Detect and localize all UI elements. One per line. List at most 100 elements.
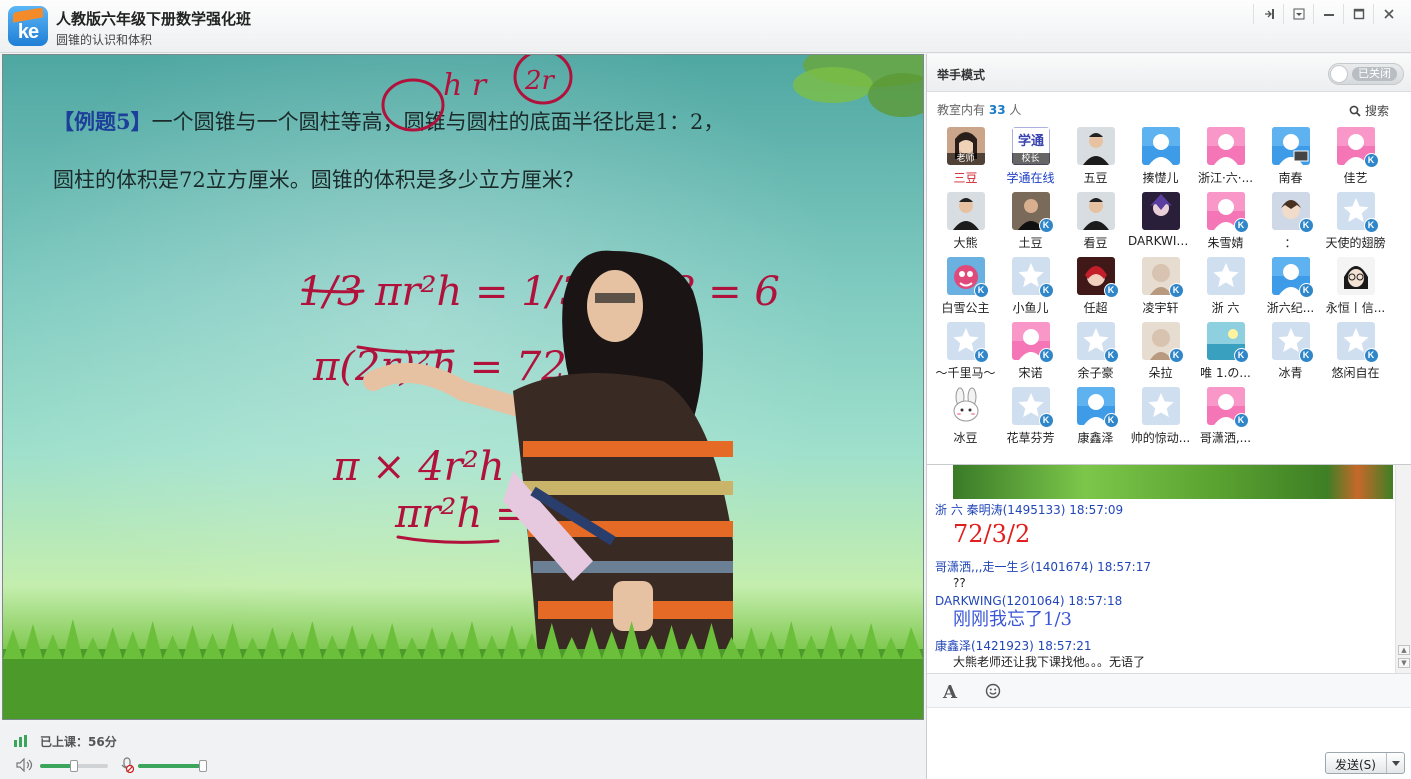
emoji-icon[interactable] <box>985 683 1001 699</box>
chat-text: 大熊老师还让我下课找他。。。无语了 <box>953 655 1146 669</box>
avatar[interactable] <box>1206 127 1245 165</box>
member-item[interactable]: K 土豆 <box>998 192 1063 257</box>
minimize-button[interactable] <box>1313 4 1343 24</box>
avatar[interactable]: K <box>1271 257 1314 298</box>
avatar[interactable]: K <box>1011 192 1054 233</box>
member-item[interactable]: K 唯 1.の... <box>1193 322 1258 387</box>
avatar[interactable] <box>1141 387 1180 425</box>
avatar[interactable]: K <box>946 322 989 363</box>
member-item[interactable]: 浙 六 <box>1193 257 1258 322</box>
member-item[interactable]: 老师 三豆 <box>933 127 998 192</box>
member-item[interactable]: K 任超 <box>1063 257 1128 322</box>
member-item[interactable]: K 小鱼儿 <box>998 257 1063 322</box>
avatar[interactable]: K <box>1011 322 1054 363</box>
video-player[interactable]: 【例题5】一个圆锥与一个圆柱等高，圆锥与圆柱的底面半径比是1：2，圆柱的体积是7… <box>2 54 924 720</box>
font-icon[interactable]: A <box>943 682 957 703</box>
avatar[interactable]: K <box>1011 257 1054 298</box>
avatar[interactable]: 老师 <box>946 127 985 165</box>
k-badge-icon: K <box>1298 218 1314 233</box>
member-item[interactable]: K： <box>1258 192 1323 257</box>
member-item[interactable]: 揍憷儿 <box>1128 127 1193 192</box>
avatar[interactable]: K <box>1011 387 1054 428</box>
member-item[interactable]: 大熊 <box>933 192 998 257</box>
send-button[interactable]: 发送(S) <box>1325 752 1405 774</box>
member-item[interactable]: 永恒丨信... <box>1323 257 1388 322</box>
member-item[interactable]: 冰豆 <box>933 387 998 452</box>
mic-slider[interactable] <box>138 760 207 772</box>
member-item[interactable]: DARKWING <box>1128 192 1193 257</box>
message-input[interactable] <box>927 707 1411 752</box>
avatar[interactable] <box>1336 257 1375 295</box>
chat-scrollbar[interactable]: ▲ ▼ <box>1395 465 1411 673</box>
mic-slider-handle[interactable] <box>198 760 207 772</box>
avatar[interactable] <box>1141 192 1180 230</box>
member-item[interactable]: 学通 校长 学通在线 <box>998 127 1063 192</box>
volume-slider-handle[interactable] <box>70 760 78 772</box>
chat-sender[interactable]: 康鑫泽(1421923) 18:57:21 <box>935 637 1145 654</box>
scroll-up-arrow-icon[interactable]: ▲ <box>1398 645 1410 655</box>
member-item[interactable]: K 哥潇洒,... <box>1193 387 1258 452</box>
avatar[interactable]: K <box>1206 192 1249 233</box>
avatar[interactable] <box>1076 192 1115 230</box>
member-item[interactable]: K 悠闲自在 <box>1323 322 1388 387</box>
avatar[interactable] <box>946 192 985 230</box>
chat-sender[interactable]: 浙 六 秦明涛(1495133) 18:57:09 <box>935 501 1123 518</box>
member-item[interactable]: K 朱雪婧 <box>1193 192 1258 257</box>
member-item[interactable]: K 冰青 <box>1258 322 1323 387</box>
k-badge-icon: K <box>1038 283 1054 298</box>
avatar[interactable]: K <box>1206 322 1249 363</box>
member-item[interactable]: K 浙六纪... <box>1258 257 1323 322</box>
search-icon <box>1349 105 1361 117</box>
member-item[interactable]: 看豆 <box>1063 192 1128 257</box>
mic-muted-icon[interactable] <box>120 757 134 773</box>
avatar[interactable]: K <box>1336 192 1379 233</box>
member-item[interactable]: K ～千里马～ <box>933 322 998 387</box>
close-button[interactable] <box>1373 4 1403 24</box>
member-item[interactable]: 浙江·六·... <box>1193 127 1258 192</box>
avatar[interactable]: K <box>1076 257 1119 298</box>
avatar[interactable]: K <box>1271 322 1314 363</box>
menu-dropdown-button[interactable] <box>1283 4 1313 24</box>
avatar[interactable]: K <box>1076 387 1119 428</box>
dropdown-icon <box>1293 8 1304 20</box>
member-item[interactable]: K 康鑫泽 <box>1063 387 1128 452</box>
chat-sender[interactable]: DARKWING(1201064) 18:57:18 <box>935 594 1122 608</box>
member-item[interactable]: K 余子豪 <box>1063 322 1128 387</box>
scroll-down-arrow-icon[interactable]: ▼ <box>1398 658 1410 668</box>
avatar[interactable]: K <box>1141 322 1184 363</box>
avatar[interactable] <box>1271 127 1310 165</box>
avatar[interactable]: K <box>1336 127 1379 168</box>
raise-hand-toggle[interactable]: 已关闭 <box>1328 63 1404 85</box>
search-button[interactable]: 搜索 <box>1349 102 1389 119</box>
speaker-icon[interactable] <box>16 758 34 772</box>
member-name: 浙 六 <box>1211 301 1240 315</box>
k-badge-icon: K <box>973 283 989 298</box>
member-name: 浙六纪... <box>1266 301 1315 315</box>
avatar[interactable] <box>946 387 985 425</box>
member-item[interactable]: 五豆 <box>1063 127 1128 192</box>
avatar[interactable]: K <box>1076 322 1119 363</box>
avatar[interactable]: K <box>1271 192 1314 233</box>
avatar[interactable] <box>1076 127 1115 165</box>
avatar[interactable] <box>1141 127 1180 165</box>
chat-sender[interactable]: 哥潇洒,,,走一生彡(1401674) 18:57:17 <box>935 558 1151 575</box>
avatar[interactable]: 学通 校长 <box>1011 127 1050 165</box>
member-item[interactable]: K 白雪公主 <box>933 257 998 322</box>
member-item[interactable]: 南春 <box>1258 127 1323 192</box>
maximize-button[interactable] <box>1343 4 1373 24</box>
member-item[interactable]: K 佳艺 <box>1323 127 1388 192</box>
send-options-dropdown[interactable] <box>1386 753 1404 773</box>
member-item[interactable]: K 凌宇轩 <box>1128 257 1193 322</box>
member-item[interactable]: K 朵拉 <box>1128 322 1193 387</box>
pin-button[interactable] <box>1253 4 1283 24</box>
avatar[interactable]: K <box>1206 387 1249 428</box>
volume-slider[interactable] <box>40 760 108 772</box>
avatar[interactable] <box>1206 257 1245 295</box>
member-item[interactable]: 帅的惊动... <box>1128 387 1193 452</box>
member-item[interactable]: K 花草芬芳 <box>998 387 1063 452</box>
member-item[interactable]: K 宋诺 <box>998 322 1063 387</box>
avatar[interactable]: K <box>1141 257 1184 298</box>
avatar[interactable]: K <box>1336 322 1379 363</box>
member-item[interactable]: K 天使的翅膀 <box>1323 192 1388 257</box>
avatar[interactable]: K <box>946 257 989 298</box>
